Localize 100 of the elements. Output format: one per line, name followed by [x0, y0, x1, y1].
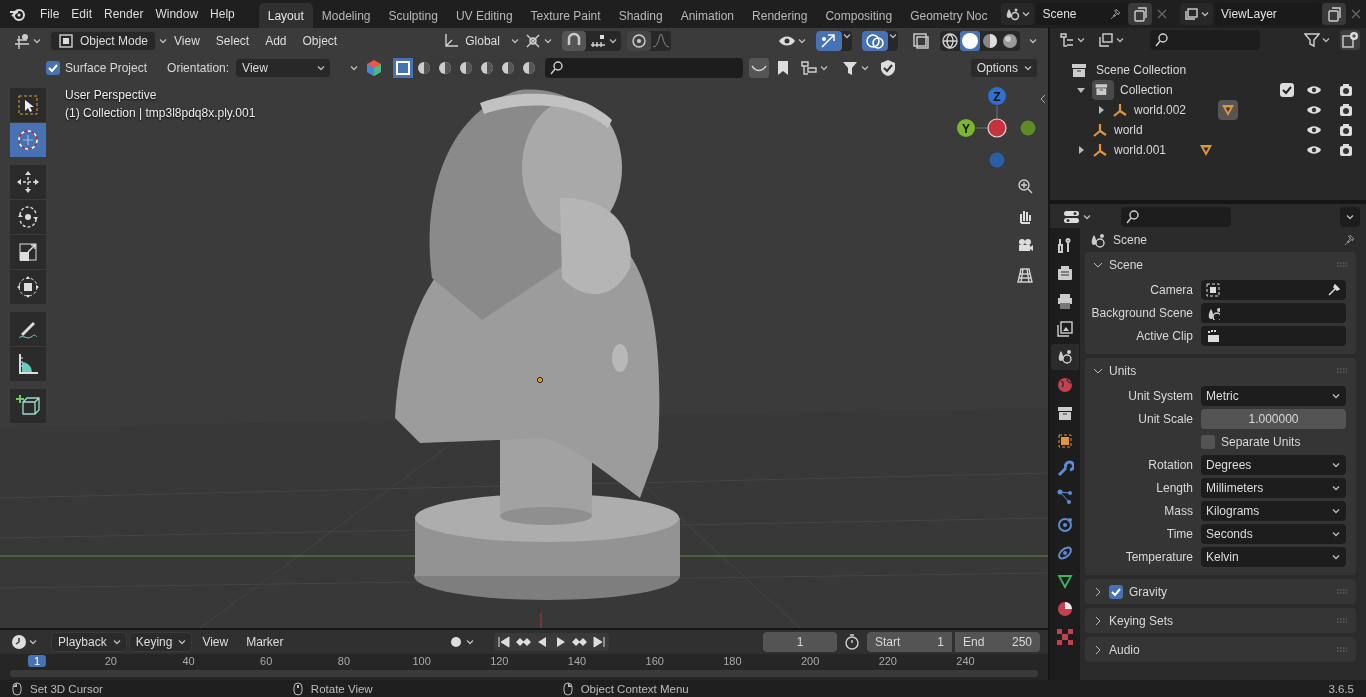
camera-icon[interactable] — [1338, 122, 1354, 138]
overlays-icon[interactable] — [862, 30, 888, 51]
dropdown[interactable]: Kelvin — [1201, 546, 1346, 567]
dropdown[interactable]: Metric — [1201, 385, 1346, 406]
workspace-tab[interactable]: UV Editing — [446, 3, 522, 28]
workspace-tab[interactable]: Layout — [258, 3, 313, 28]
gizmo-icon[interactable] — [816, 30, 842, 51]
xray-icon[interactable] — [910, 30, 932, 51]
add-cube-tool-button[interactable] — [10, 389, 46, 423]
menu-item[interactable]: Render — [98, 7, 150, 21]
camera-icon[interactable] — [1338, 102, 1354, 118]
surface-project-checkbox[interactable]: Surface Project — [46, 60, 148, 75]
tree-item[interactable]: Scene Collection — [1096, 63, 1187, 77]
mesh-triangle-icon[interactable] — [1198, 142, 1215, 158]
workspace-tab[interactable]: Compositing — [816, 3, 902, 28]
panel-header[interactable]: Audio — [1109, 642, 1140, 657]
panel-header[interactable]: Scene — [1109, 257, 1144, 272]
workspace-tab[interactable]: Sculpting — [379, 3, 447, 28]
dropdown[interactable]: Seconds — [1201, 523, 1346, 544]
rotate-tool-button[interactable] — [10, 200, 46, 234]
axis-gizmo[interactable]: Z Y — [956, 86, 1038, 172]
tree-item[interactable]: world.002 — [1134, 103, 1187, 117]
menu-item[interactable]: Edit — [65, 7, 99, 21]
empty-axes-icon[interactable] — [1112, 102, 1128, 118]
menu-item[interactable]: Add — [257, 33, 295, 48]
color-attribute-icon[interactable] — [365, 58, 384, 77]
transform-tool-button[interactable] — [10, 270, 46, 304]
tree-item[interactable]: world.001 — [1114, 143, 1167, 157]
gravity-checkbox[interactable] — [1109, 584, 1123, 599]
scene-field[interactable]: Scene — [1036, 3, 1128, 25]
scene-field[interactable] — [1201, 302, 1346, 323]
panel-header[interactable]: Units — [1109, 363, 1137, 378]
select-filter-icon[interactable] — [393, 57, 414, 78]
view-layer-type-dropdown[interactable] — [1180, 3, 1213, 25]
pin-icon[interactable] — [1342, 233, 1356, 247]
scene-type-dropdown[interactable] — [1001, 3, 1035, 25]
exclude-checkbox[interactable] — [1280, 83, 1294, 97]
tree-item[interactable]: Collection — [1120, 83, 1173, 97]
select-tool-button[interactable] — [10, 88, 46, 122]
menu-item[interactable]: Object — [294, 33, 346, 48]
start-frame-field[interactable]: Start 1 — [867, 632, 952, 652]
workspace-tab[interactable]: Geometry Noc — [901, 3, 997, 28]
solid-shading-icon[interactable] — [960, 30, 980, 51]
dropdown[interactable]: Millimeters — [1201, 477, 1346, 498]
search-field[interactable] — [545, 57, 744, 78]
dropdown[interactable]: Kilograms — [1201, 500, 1346, 521]
annotate-tool-button[interactable] — [10, 312, 46, 346]
current-frame-field[interactable]: 1 — [763, 632, 837, 652]
workspace-tab[interactable]: Modeling — [312, 3, 380, 28]
menu-dropdown[interactable]: Keying — [128, 632, 193, 652]
cursor-tool-button[interactable] — [10, 123, 46, 157]
workspace-tab[interactable]: Texture Paint — [521, 3, 610, 28]
proportional-edit-icon[interactable] — [627, 30, 652, 51]
measure-tool-button[interactable] — [10, 347, 46, 381]
panel-header[interactable]: Gravity — [1129, 584, 1167, 599]
eyedropper-icon[interactable] — [1327, 282, 1341, 297]
menu-dropdown[interactable]: Playback — [51, 632, 127, 652]
workspace-tab[interactable]: Animation — [671, 3, 744, 28]
expand-arrow-icon[interactable] — [1076, 85, 1086, 95]
empty-axes-icon[interactable] — [1092, 142, 1108, 158]
camera-icon[interactable] — [1338, 82, 1354, 98]
panel-header[interactable]: Keying Sets — [1109, 613, 1174, 628]
dropdown[interactable]: Degrees — [1201, 454, 1346, 475]
orientation-view-dropdown[interactable]: View — [235, 57, 332, 78]
tree-item[interactable]: world — [1114, 123, 1143, 137]
copy-icon[interactable] — [1322, 3, 1346, 25]
expand-arrow-icon[interactable] — [1076, 145, 1086, 155]
menu-item[interactable]: View — [194, 635, 237, 649]
move-tool-button[interactable] — [10, 165, 46, 199]
end-frame-field[interactable]: End 250 — [955, 632, 1040, 652]
wireframe-shading-icon[interactable] — [940, 30, 960, 51]
workspace-tab[interactable]: Rendering — [743, 3, 817, 28]
copy-icon[interactable] — [1128, 3, 1152, 25]
options-dropdown[interactable] — [1340, 207, 1360, 227]
checkbox[interactable]: Separate Units — [1201, 434, 1346, 449]
scene-tab[interactable] — [1051, 344, 1079, 370]
search-field[interactable] — [1121, 207, 1231, 227]
new-collection-icon[interactable] — [1340, 30, 1360, 50]
perspective-grid-icon[interactable] — [1016, 266, 1034, 284]
zoom-icon[interactable] — [1016, 177, 1034, 195]
collection-icon[interactable] — [1092, 80, 1114, 100]
empty-axes-icon[interactable] — [1092, 122, 1108, 138]
workspace-tab[interactable]: Shading — [609, 3, 672, 28]
snap-icon[interactable] — [562, 30, 587, 51]
camera-field[interactable] — [1201, 279, 1346, 300]
pin-icon[interactable] — [1108, 7, 1122, 21]
stopwatch-icon[interactable] — [843, 633, 861, 651]
clip-field[interactable] — [1201, 325, 1346, 346]
search-field[interactable] — [1150, 30, 1260, 50]
scale-tool-button[interactable] — [10, 235, 46, 269]
menu-item[interactable]: Help — [204, 7, 241, 21]
expand-arrow-icon[interactable] — [1096, 105, 1106, 115]
menu-item[interactable]: Window — [149, 7, 205, 21]
menu-item[interactable]: Marker — [238, 635, 292, 649]
number-field[interactable]: 1.000000 — [1201, 408, 1346, 429]
menu-item[interactable]: File — [34, 7, 66, 21]
menu-item[interactable]: Select — [207, 33, 258, 48]
curve-icon[interactable] — [749, 57, 770, 78]
camera-view-icon[interactable] — [1016, 236, 1034, 254]
camera-icon[interactable] — [1338, 142, 1354, 158]
